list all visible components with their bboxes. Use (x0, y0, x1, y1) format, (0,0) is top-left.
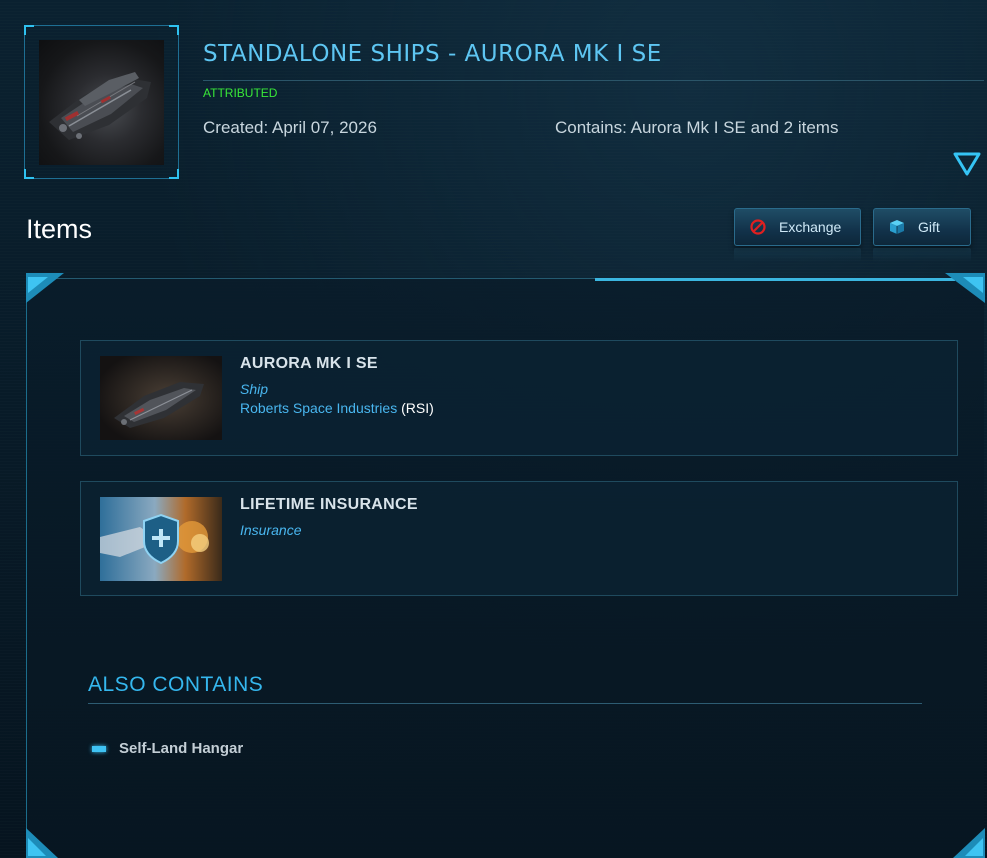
list-item[interactable]: LIFETIME INSURANCE Insurance (80, 481, 958, 596)
frame-corner (24, 25, 34, 35)
button-reflection (734, 248, 861, 262)
gift-box-icon (888, 218, 906, 236)
list-item[interactable]: AURORA MK I SE Ship Roberts Space Indust… (80, 340, 958, 456)
item-name: LIFETIME INSURANCE (240, 496, 418, 513)
gift-button-label: Gift (918, 219, 940, 235)
panel-corner-top-left (26, 273, 64, 303)
also-contains-label: Self-Land Hangar (119, 740, 244, 757)
insurance-shield-icon (100, 497, 222, 581)
panel-corner-top-right (945, 273, 985, 303)
exchange-button[interactable]: Exchange (734, 208, 861, 246)
bullet-icon (92, 745, 106, 752)
ship-thumbnail-icon (39, 40, 164, 165)
also-contains-item: Self-Land Hangar (92, 740, 243, 757)
created-date: Created: April 07, 2026 (203, 118, 377, 137)
ship-thumbnail-icon (100, 356, 222, 440)
items-heading: Items (26, 214, 93, 244)
no-entry-icon (749, 218, 767, 236)
contains-summary: Contains: Aurora Mk I SE and 2 items (555, 118, 839, 137)
title-divider (203, 80, 984, 81)
button-reflection (873, 248, 971, 262)
also-contains-heading: ALSO CONTAINS (88, 673, 264, 696)
gift-button[interactable]: Gift (873, 208, 971, 246)
pledge-title: STANDALONE SHIPS - AURORA MK I SE (203, 41, 662, 67)
manufacturer-name: Roberts Space Industries (240, 400, 398, 416)
also-contains-divider (88, 703, 922, 704)
item-name: AURORA MK I SE (240, 355, 378, 372)
panel-corner-bottom-right (953, 828, 985, 858)
manufacturer-abbr: (RSI) (401, 400, 434, 416)
chevron-down-icon[interactable] (953, 152, 981, 176)
frame-corner (24, 169, 34, 179)
panel-accent-bar (595, 278, 955, 281)
item-manufacturer: Roberts Space Industries (RSI) (240, 400, 434, 416)
exchange-button-label: Exchange (779, 219, 842, 235)
status-badge: ATTRIBUTED (203, 86, 278, 100)
item-type: Insurance (240, 522, 302, 538)
panel-corner-bottom-left (26, 828, 58, 858)
frame-corner (169, 25, 179, 35)
frame-corner (169, 169, 179, 179)
pledge-thumbnail-frame (24, 25, 179, 179)
item-type: Ship (240, 381, 269, 397)
